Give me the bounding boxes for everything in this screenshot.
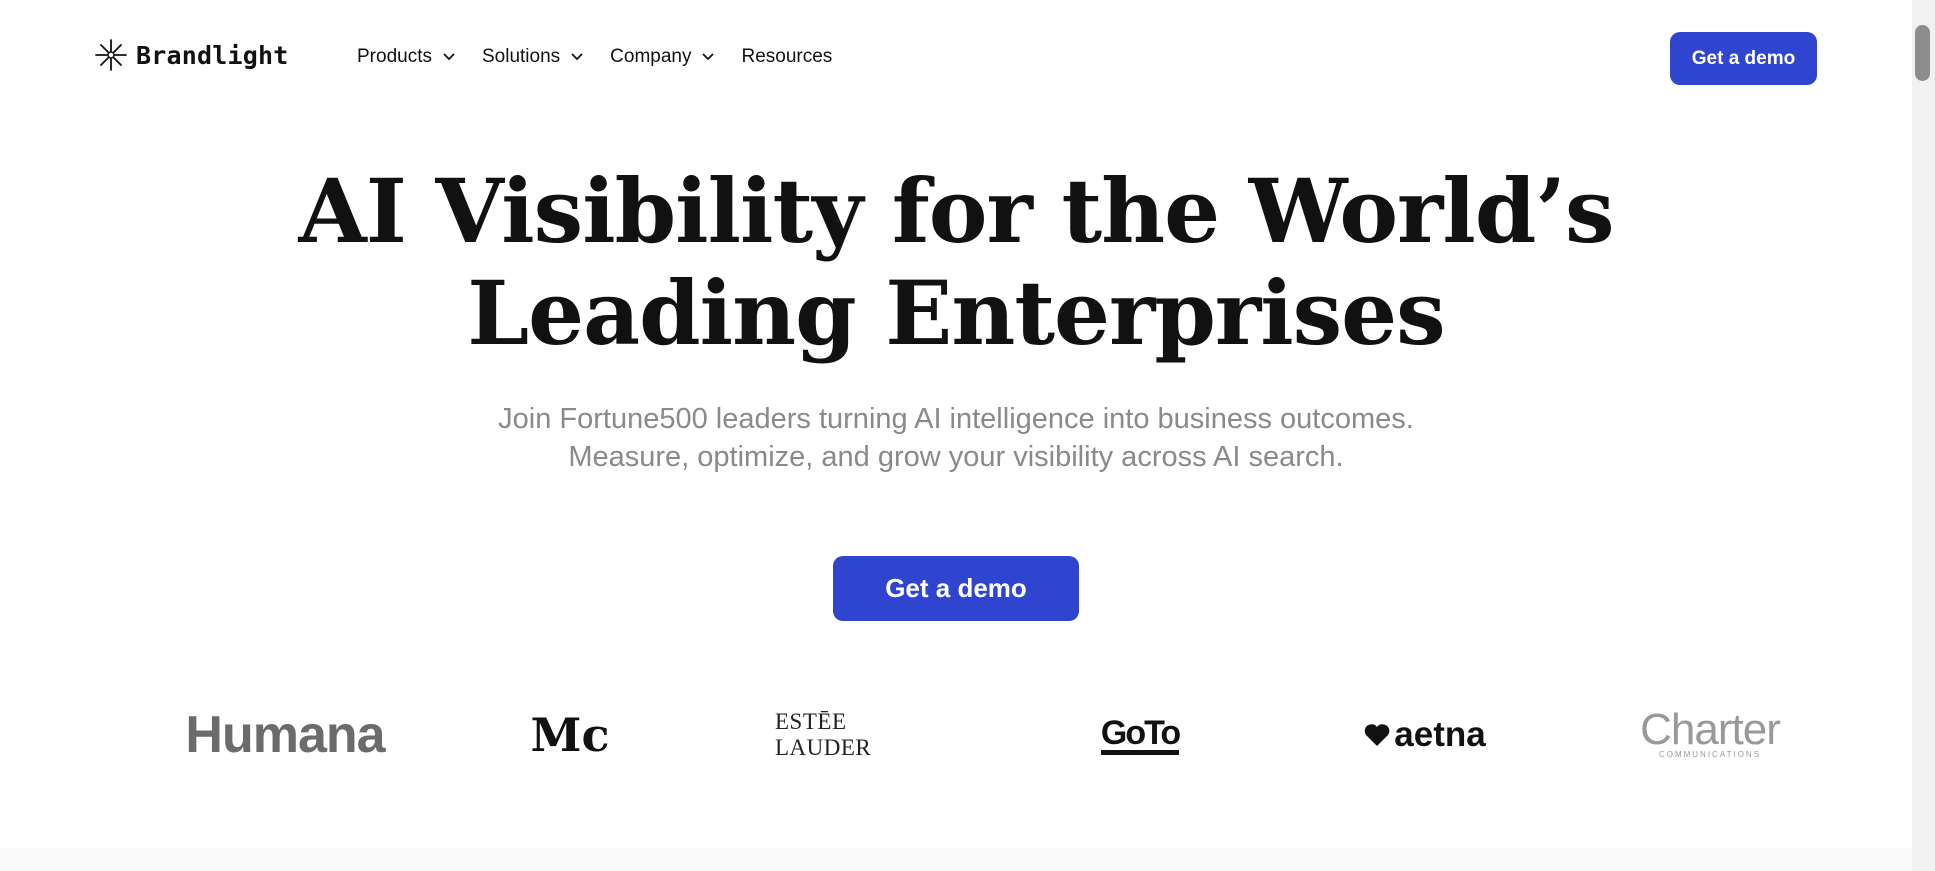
site-header: Brandlight Products Solutions Company Re… xyxy=(0,0,1912,118)
customer-logos: Humana Mc ESTĒE LAUDER GoTo aetna Charte… xyxy=(0,700,1912,770)
nav-company[interactable]: Company xyxy=(610,46,715,68)
charter-logo: Charter COMMUNICATIONS xyxy=(1640,700,1781,770)
hero-subtitle-line-1: Join Fortune500 leaders turning AI intel… xyxy=(498,403,1414,435)
brandlight-star-icon xyxy=(94,38,128,72)
hero-title-line-2: Leading Enterprises xyxy=(467,261,1445,365)
hero-subtitle-line-2: Measure, optimize, and grow your visibil… xyxy=(568,441,1344,473)
mccormick-logo: Mc xyxy=(530,708,610,762)
nav-solutions-label: Solutions xyxy=(481,46,561,67)
humana-logo: Humana xyxy=(185,706,385,764)
hero-title-line-1: AI Visibility for the World’s xyxy=(298,159,1614,263)
nav-resources[interactable]: Resources xyxy=(741,46,832,68)
nav-products-label: Products xyxy=(357,46,432,67)
chevron-down-icon xyxy=(701,50,715,64)
charter-logo-subtext: COMMUNICATIONS xyxy=(1658,750,1762,759)
brand-name: Brandlight xyxy=(136,40,289,70)
nav-solutions[interactable]: Solutions xyxy=(482,46,584,68)
chevron-down-icon xyxy=(442,50,456,64)
chevron-down-icon xyxy=(570,50,584,64)
header-get-demo-button[interactable]: Get a demo xyxy=(1670,32,1817,85)
scrollbar-thumb[interactable] xyxy=(1915,25,1930,81)
hero-get-demo-button[interactable]: Get a demo xyxy=(833,556,1079,621)
vertical-scrollbar[interactable] xyxy=(1912,0,1935,871)
nav-company-label: Company xyxy=(610,46,692,67)
nav-resources-label: Resources xyxy=(741,46,833,67)
brand-logo[interactable]: Brandlight xyxy=(94,38,289,72)
section-divider xyxy=(0,848,1912,871)
hero-subtitle: Join Fortune500 leaders turning AI intel… xyxy=(0,400,1912,476)
goto-logo: GoTo xyxy=(1100,700,1181,770)
estee-lauder-logo: ESTĒE LAUDER xyxy=(775,709,872,760)
aetna-logo: aetna xyxy=(1355,700,1495,770)
page: Brandlight Products Solutions Company Re… xyxy=(0,0,1912,871)
goto-logo-text: GoTo xyxy=(1100,716,1181,755)
charter-logo-text: Charter xyxy=(1640,705,1781,754)
main-nav: Products Solutions Company Resources xyxy=(357,46,858,68)
aetna-logo-text: aetna xyxy=(1394,715,1486,754)
hero-title: AI Visibility for the World’s Leading En… xyxy=(0,160,1912,364)
nav-products[interactable]: Products xyxy=(357,46,456,68)
heart-icon xyxy=(1364,723,1390,747)
